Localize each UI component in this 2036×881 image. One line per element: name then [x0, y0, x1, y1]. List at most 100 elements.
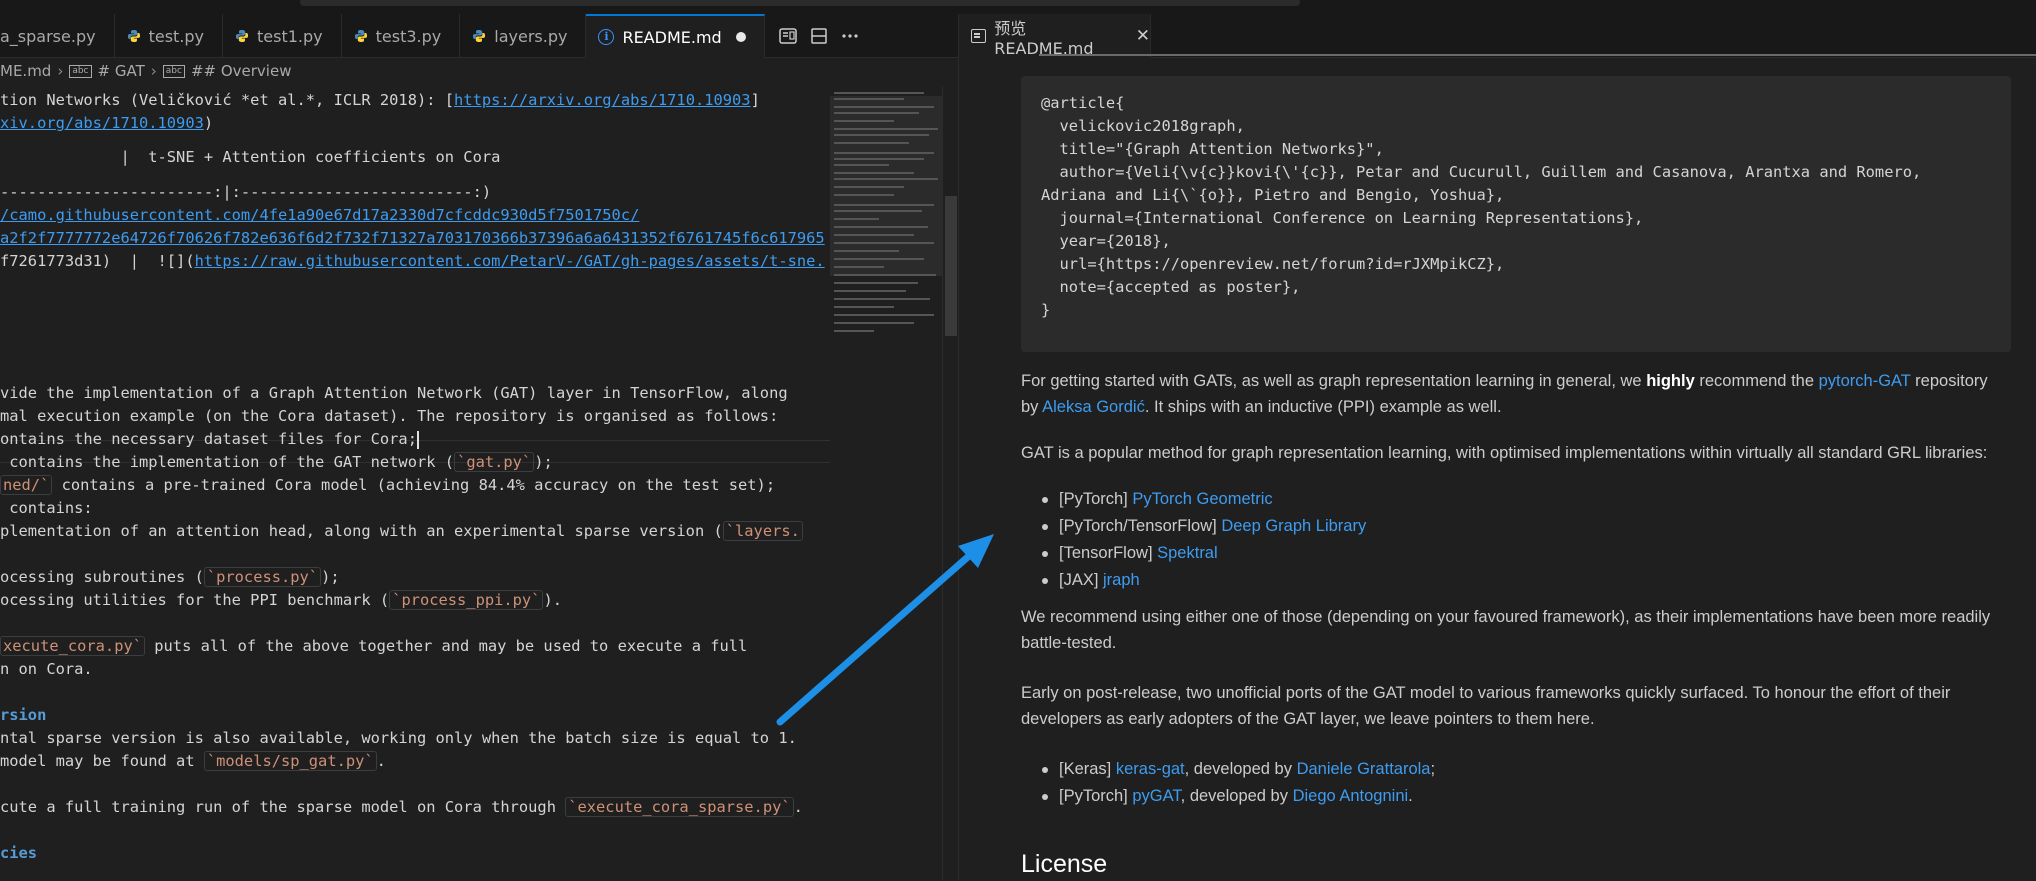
- vertical-scrollbar[interactable]: [942, 86, 958, 881]
- tab-readme[interactable]: i README.md: [586, 14, 765, 58]
- code-line: ontains the necessary dataset files for …: [0, 430, 419, 449]
- preview-icon: [971, 29, 987, 43]
- link-spektral[interactable]: Spektral: [1157, 544, 1218, 562]
- info-icon: i: [598, 29, 615, 45]
- breadcrumb-h1[interactable]: # GAT: [98, 62, 145, 80]
- breadcrumb: ME.md › abc # GAT › abc ## Overview: [0, 58, 958, 84]
- code-line: contains:: [0, 499, 93, 517]
- code-line: ocessing utilities for the PPI benchmark…: [0, 590, 562, 610]
- editor-actions: [765, 14, 859, 58]
- close-icon[interactable]: ✕: [1136, 26, 1150, 46]
- paragraph-gat-popular: GAT is a popular method for graph repres…: [1021, 444, 1988, 462]
- link-jraph[interactable]: jraph: [1103, 571, 1140, 589]
- unsaved-dot-icon[interactable]: [735, 32, 746, 42]
- link-pytorch-geometric[interactable]: PyTorch Geometric: [1132, 490, 1272, 508]
- code-line: ned/` contains a pre-trained Cora model …: [0, 474, 775, 497]
- tab-a-sparse[interactable]: a_sparse.py: [0, 14, 115, 58]
- link-deep-graph-library[interactable]: Deep Graph Library: [1221, 517, 1366, 535]
- code-line: a2f2f7777772e64726f70626f782e636f6d2f732…: [0, 227, 825, 250]
- code-line: contains the implementation of the GAT n…: [0, 452, 553, 472]
- code-line: }: [1041, 301, 1051, 319]
- link-daniele-grattarola[interactable]: Daniele Grattarola: [1297, 760, 1431, 778]
- tab-label: layers.py: [494, 26, 568, 46]
- list-item: [PyTorch] pyGAT, developed by Diego Anto…: [1041, 783, 1435, 810]
- tab-label: test.py: [148, 26, 205, 46]
- editor-pane: a_sparse.py test.py test1.py test3.py la…: [0, 14, 958, 881]
- markdown-preview: @article{ velickovic2018graph, title="{G…: [1021, 54, 2036, 881]
- code-link[interactable]: a2f2f7777772e64726f70626f782e636f6d2f732…: [0, 229, 825, 247]
- code-line: url={https://openreview.net/forum?id=rJX…: [1041, 255, 1505, 273]
- link-diego-antognini[interactable]: Diego Antognini: [1293, 787, 1409, 805]
- code-line: ocessing subroutines (`process.py`);: [0, 567, 340, 587]
- paragraph-early-ports: Early on post-release, two unofficial po…: [1021, 684, 1951, 728]
- code-link[interactable]: https://raw.githubusercontent.com/PetarV…: [195, 252, 825, 270]
- python-icon: [354, 30, 367, 42]
- list-item: [JAX] jraph: [1041, 567, 1366, 594]
- breadcrumb-h2[interactable]: ## Overview: [191, 62, 292, 80]
- code-line: plementation of an attention head, along…: [0, 520, 803, 543]
- python-icon: [473, 30, 486, 42]
- code-line: -----------------------:|:--------------…: [0, 183, 492, 201]
- code-line: cute a full training run of the sparse m…: [0, 797, 803, 817]
- tab-test1[interactable]: test1.py: [223, 14, 342, 58]
- tab-label: a_sparse.py: [0, 26, 96, 46]
- ports-list: [Keras] keras-gat, developed by Daniele …: [1041, 756, 1435, 810]
- window-top-strip: [0, 0, 2036, 14]
- text-cursor: [416, 430, 419, 449]
- list-item: [TensorFlow] Spektral: [1041, 540, 1366, 567]
- code-line: f7261773d31) | ![](https://raw.githubuse…: [0, 250, 825, 273]
- code-line: year={2018},: [1041, 232, 1171, 250]
- link-aleksa-gordic[interactable]: Aleksa Gordić: [1042, 398, 1145, 416]
- code-line: mal execution example (on the Cora datas…: [0, 407, 779, 425]
- chevron-right-icon: ›: [57, 62, 64, 80]
- list-item: [PyTorch/TensorFlow] Deep Graph Library: [1041, 513, 1366, 540]
- code-line: model may be found at `models/sp_gat.py`…: [0, 751, 386, 771]
- tab-test3[interactable]: test3.py: [342, 14, 461, 58]
- split-editor-icon[interactable]: [810, 28, 827, 44]
- code-line: tion Networks (Veličković *et al.*, ICLR…: [0, 91, 760, 109]
- editor-tab-bar: a_sparse.py test.py test1.py test3.py la…: [0, 14, 958, 58]
- tab-label: test3.py: [375, 26, 442, 46]
- preview-pane: 预览 README.md ✕ @article{ velickovic2018g…: [959, 14, 2036, 881]
- link-pytorch-gat[interactable]: pytorch-GAT: [1819, 372, 1911, 390]
- code-link[interactable]: f7261773d31) | ![](: [0, 252, 195, 270]
- code-line: n on Cora.: [0, 660, 93, 678]
- code-line: xiv.org/abs/1710.10903): [0, 114, 214, 132]
- code-link[interactable]: xiv.org/abs/1710.10903: [0, 114, 204, 132]
- paragraph-recommend: We recommend using either one of those (…: [1021, 608, 1991, 652]
- tab-layers[interactable]: layers.py: [460, 14, 587, 58]
- python-icon: [127, 30, 140, 42]
- scroll-thumb[interactable]: [945, 196, 957, 336]
- code-line: author={Veli{\v{c}}kovi{\'{c}}, Petar an…: [1041, 163, 1922, 181]
- code-editor[interactable]: tion Networks (Veličković *et al.*, ICLR…: [0, 86, 830, 881]
- list-item: [Keras] keras-gat, developed by Daniele …: [1041, 756, 1435, 783]
- library-list: [PyTorch] PyTorch Geometric [PyTorch/Ten…: [1041, 486, 1366, 594]
- tab-label: test1.py: [257, 26, 323, 46]
- more-actions-icon[interactable]: [841, 33, 859, 39]
- tab-label: README.md: [622, 27, 722, 47]
- python-icon: [236, 30, 249, 42]
- code-link[interactable]: /camo.githubusercontent.com/4fe1a90e67d1…: [0, 206, 639, 224]
- code-line: @article{: [1041, 94, 1125, 112]
- paragraph-getting-started: For getting started with GATs, as well a…: [1021, 372, 1988, 416]
- code-line: cies: [0, 844, 38, 862]
- chevron-right-icon: ›: [150, 62, 157, 80]
- clipped-text-line: [1039, 52, 2036, 62]
- breadcrumb-file[interactable]: ME.md: [0, 62, 51, 80]
- symbol-string-icon: abc: [69, 64, 92, 78]
- code-line: velickovic2018graph,: [1041, 117, 1245, 135]
- code-line: /camo.githubusercontent.com/4fe1a90e67d1…: [0, 204, 639, 227]
- minimap[interactable]: [830, 86, 942, 881]
- horizontal-scroll-thumb[interactable]: [300, 0, 1300, 6]
- symbol-string-icon: abc: [162, 64, 185, 78]
- bibtex-code-block: @article{ velickovic2018graph, title="{G…: [1021, 76, 2011, 352]
- code-link[interactable]: https://arxiv.org/abs/1710.10903: [454, 91, 751, 109]
- code-line: ntal sparse version is also available, w…: [0, 729, 797, 747]
- link-keras-gat[interactable]: keras-gat: [1116, 760, 1185, 778]
- tab-test[interactable]: test.py: [115, 14, 224, 58]
- link-pygat[interactable]: pyGAT: [1132, 787, 1180, 805]
- open-preview-icon[interactable]: [778, 28, 797, 44]
- list-item: [PyTorch] PyTorch Geometric: [1041, 486, 1366, 513]
- code-line: note={accepted as poster},: [1041, 278, 1301, 296]
- code-line: rsion: [0, 706, 47, 724]
